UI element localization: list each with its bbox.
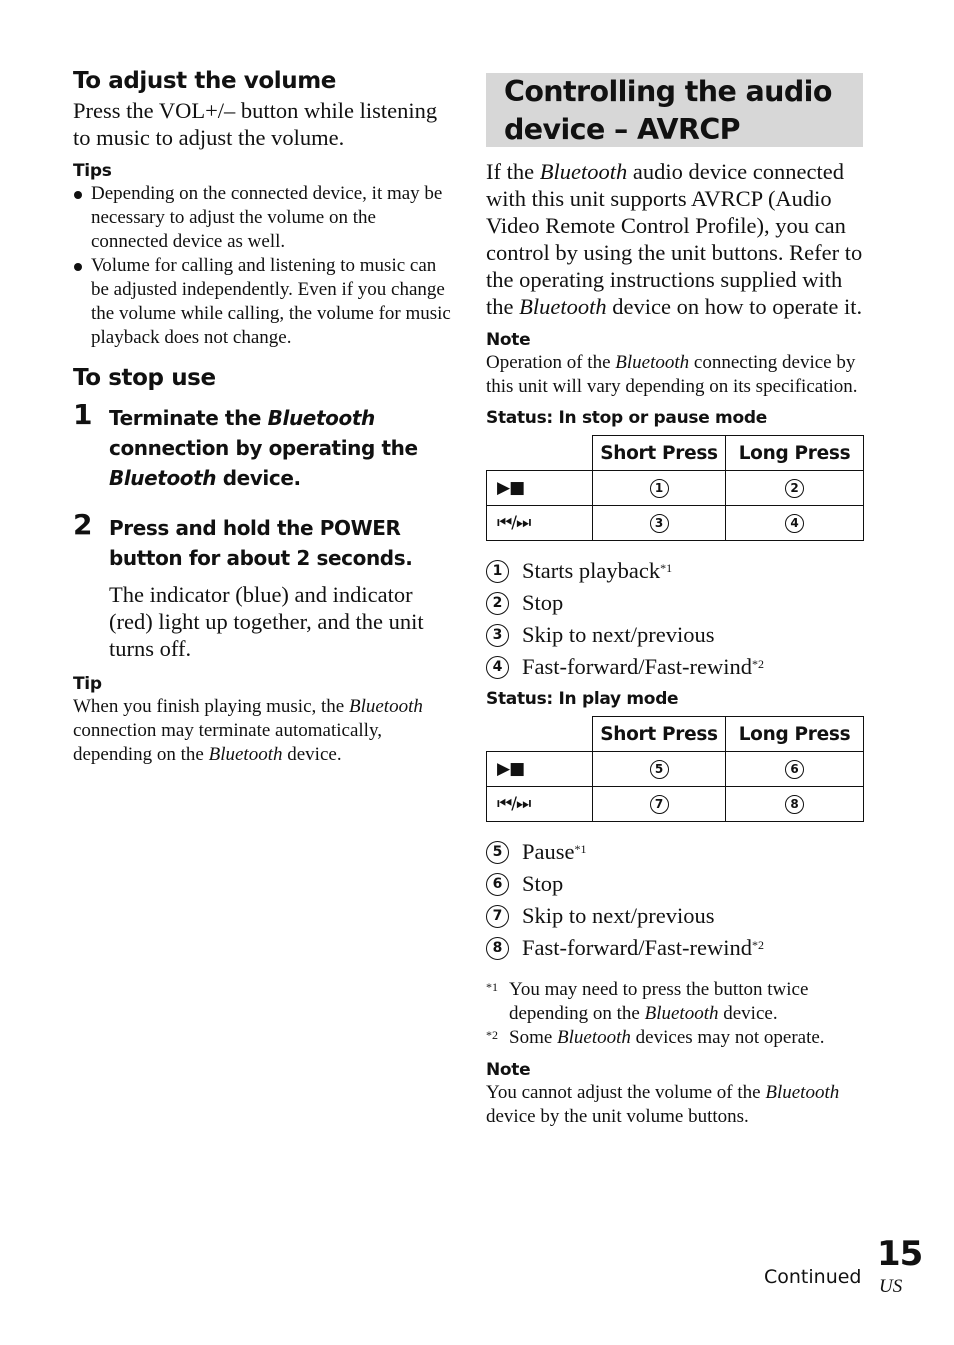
prev-next-icon: ⏮/⏭ xyxy=(497,794,531,814)
circled-number: 7 xyxy=(486,904,509,928)
intro-paragraph: If the Bluetooth audio device connected … xyxy=(486,159,863,319)
volume-instructions: Press the VOL+/– button while listening … xyxy=(73,98,438,150)
table-row: ▶■ 5 6 xyxy=(486,751,864,787)
right-column: Controlling the audio device – AVRCP If … xyxy=(486,73,864,1129)
note-label: Note xyxy=(486,1060,531,1080)
note-text: You cannot adjust the volume of the Blue… xyxy=(486,1082,840,1127)
play-stop-icon: ▶■ xyxy=(497,759,525,779)
legend-item: 5 Pause *1 xyxy=(486,836,864,868)
page-number: 15 xyxy=(877,1234,923,1274)
page-region-code: US xyxy=(879,1276,903,1297)
table-row: ▶■ 1 2 xyxy=(486,470,864,506)
tip-item: Depending on the connected device, it ma… xyxy=(73,182,453,254)
tip-item: Volume for calling and listening to musi… xyxy=(73,254,453,350)
section-heading: To stop use xyxy=(73,365,216,391)
legend-list-stop-mode: 1 Starts playback *1 2 Stop 3 Skip to next/p… xyxy=(486,555,864,683)
table-row: ⏮/⏭ 7 8 xyxy=(486,786,864,822)
header-blank-cell xyxy=(486,435,593,471)
section-heading: To adjust the volume xyxy=(73,68,336,94)
long-press-cell: 2 xyxy=(725,470,864,506)
section-title-banner: Controlling the audio device – AVRCP xyxy=(486,73,863,147)
column-header: Long Press xyxy=(725,716,864,752)
step-detail: The indicator (blue) and indicator (red)… xyxy=(109,582,424,661)
legend-list-play-mode: 5 Pause *1 6 Stop 7 Skip to next/previous 8F… xyxy=(486,836,864,964)
tips-list: Depending on the connected device, it ma… xyxy=(73,182,453,350)
footnote-mark: *1 xyxy=(486,980,498,994)
prev-next-icon: ⏮/⏭ xyxy=(497,513,531,533)
tips-label: Tips xyxy=(73,161,112,181)
circled-number: 4 xyxy=(486,655,509,679)
step-number: 2 xyxy=(73,508,93,541)
footnote-ref: *2 xyxy=(751,657,764,671)
circled-number: 7 xyxy=(649,794,669,814)
tip-label: Tip xyxy=(73,674,102,694)
legend-item: 4 Fast-forward/Fast-rewind *2 xyxy=(486,651,864,683)
column-header: Long Press xyxy=(725,435,864,471)
table-row: ⏮/⏭ 3 4 xyxy=(486,505,864,541)
column-header: Short Press xyxy=(592,435,726,471)
tip-text: When you finish playing music, the Bluet… xyxy=(73,696,423,765)
button-cell: ▶■ xyxy=(486,470,593,506)
button-table-stop-mode: Short Press Long Press ▶■ 1 2 ⏮/⏭ 3 4 xyxy=(486,435,864,541)
status-label: Status: In stop or pause mode xyxy=(486,408,767,428)
footnote-ref: *1 xyxy=(574,842,587,856)
circled-number: 4 xyxy=(785,513,804,533)
play-stop-icon: ▶■ xyxy=(497,478,525,498)
footnote-ref: *1 xyxy=(660,561,673,575)
bullet-icon xyxy=(74,191,82,199)
step-1: 1 Terminate the Bluetooth connection by … xyxy=(73,398,453,493)
step-2: 2 Press and hold the POWER button for ab… xyxy=(73,508,453,662)
legend-item: 2 Stop xyxy=(486,587,864,619)
footnotes: *1 You may need to press the button twice… xyxy=(486,978,864,1050)
header-blank-cell xyxy=(486,716,593,752)
stop-use-section: To stop use 1 Terminate the Bluetooth co… xyxy=(73,363,453,767)
button-cell: ⏮/⏭ xyxy=(486,505,593,541)
table-header-row: Short Press Long Press xyxy=(486,435,864,471)
long-press-cell: 6 xyxy=(725,751,864,787)
note-text: Operation of the Bluetooth connecting de… xyxy=(486,352,858,397)
short-press-cell: 3 xyxy=(592,505,726,541)
button-cell: ▶■ xyxy=(486,751,593,787)
left-column: To adjust the volume Press the VOL+/– bu… xyxy=(73,66,453,767)
bullet-icon xyxy=(74,263,82,271)
circled-number: 1 xyxy=(486,559,509,583)
button-cell: ⏮/⏭ xyxy=(486,786,593,822)
step-title: Press and hold the POWER button for abou… xyxy=(109,516,413,570)
step-title: Terminate the Bluetooth connection by op… xyxy=(109,406,418,490)
adjust-volume-section: To adjust the volume Press the VOL+/– bu… xyxy=(73,66,453,350)
long-press-cell: 4 xyxy=(725,505,864,541)
short-press-cell: 7 xyxy=(592,786,726,822)
legend-item: 6 Stop xyxy=(486,868,864,900)
circled-number: 5 xyxy=(649,759,669,779)
button-table-play-mode: Short Press Long Press ▶■ 5 6 ⏮/⏭ 7 8 xyxy=(486,716,864,822)
short-press-cell: 1 xyxy=(592,470,726,506)
legend-item: 8 Fast-forward/Fast-rewind *2 xyxy=(486,932,864,964)
circled-number: 5 xyxy=(486,840,509,864)
circled-number: 8 xyxy=(486,936,509,960)
circled-number: 3 xyxy=(486,623,509,647)
footnote-item: *2 Some Bluetooth devices may not operate… xyxy=(486,1026,864,1050)
step-number: 1 xyxy=(73,398,93,431)
page-title: Controlling the audio device – AVRCP xyxy=(504,75,832,146)
short-press-cell: 5 xyxy=(592,751,726,787)
footnote-ref: *2 xyxy=(751,938,764,952)
circled-number: 6 xyxy=(486,872,509,896)
table-header-row: Short Press Long Press xyxy=(486,716,864,752)
continued-label: Continued xyxy=(764,1266,862,1288)
circled-number: 2 xyxy=(785,478,804,498)
footnote-item: *1 You may need to press the button twice… xyxy=(486,978,864,1026)
legend-item: 3 Skip to next/previous xyxy=(486,619,864,651)
circled-number: 1 xyxy=(649,478,669,498)
legend-item: 7 Skip to next/previous xyxy=(486,900,864,932)
legend-item: 1 Starts playback *1 xyxy=(486,555,864,587)
circled-number: 3 xyxy=(649,513,669,533)
status-label: Status: In play mode xyxy=(486,689,679,709)
footnote-mark: *2 xyxy=(486,1028,498,1042)
circled-number: 2 xyxy=(486,591,509,615)
circled-number: 8 xyxy=(785,794,804,814)
note-label: Note xyxy=(486,330,531,350)
long-press-cell: 8 xyxy=(725,786,864,822)
column-header: Short Press xyxy=(592,716,726,752)
circled-number: 6 xyxy=(785,759,804,779)
